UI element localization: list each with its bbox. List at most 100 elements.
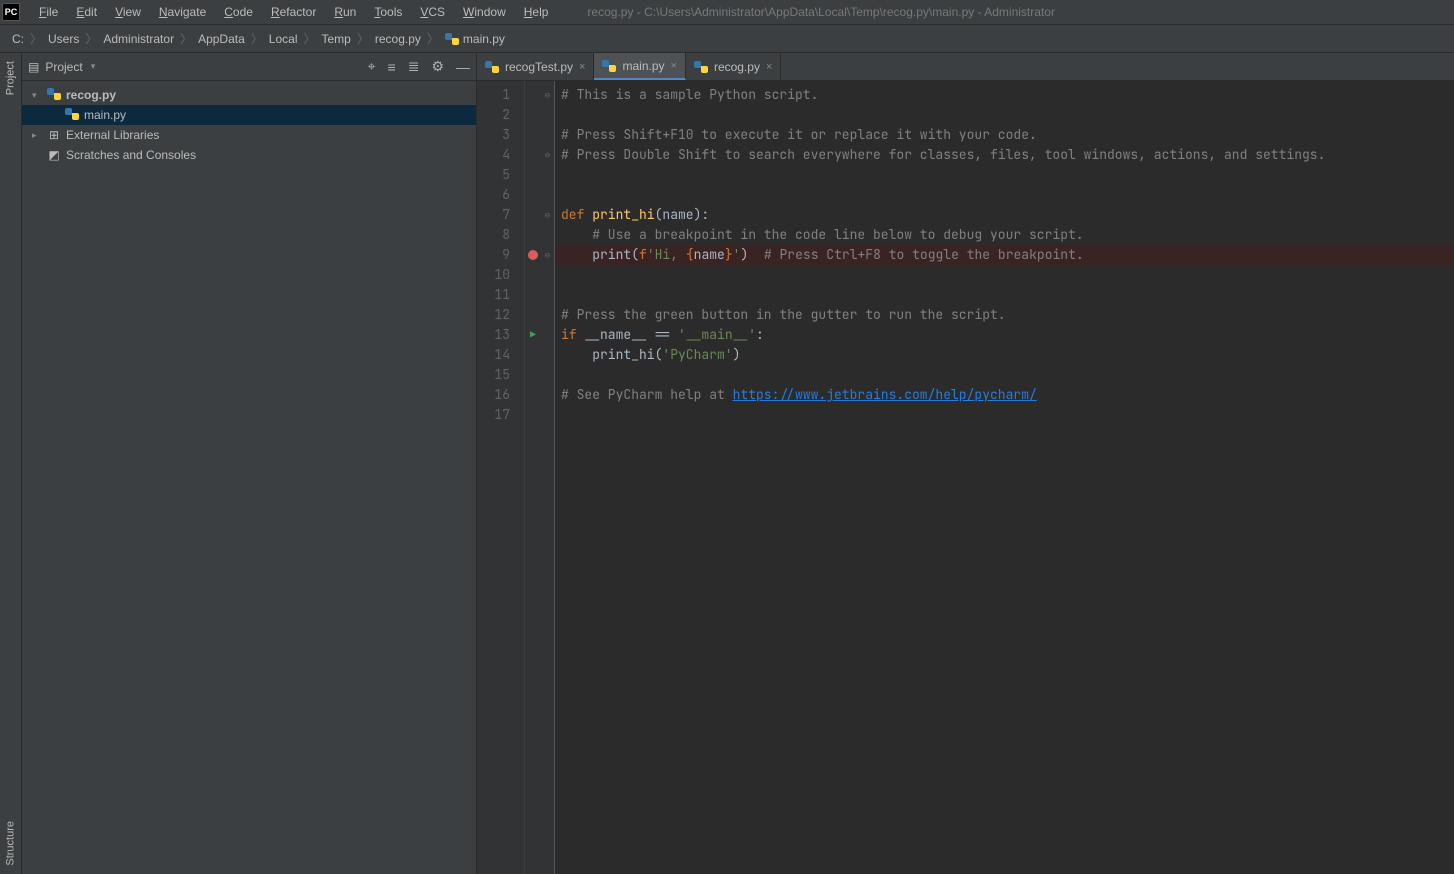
project-panel-title[interactable]: ▤ Project ▾ <box>28 60 95 74</box>
code-line[interactable]: # Press the green button in the gutter t… <box>561 305 1454 325</box>
tab-label: recog.py <box>714 60 760 74</box>
library-icon: ⊞ <box>46 128 62 142</box>
python-file-icon <box>485 60 499 74</box>
collapse-all-icon[interactable]: ≣ <box>408 58 420 75</box>
menu-file[interactable]: File <box>30 2 67 22</box>
breadcrumb-item[interactable]: C: <box>8 32 28 46</box>
breadcrumb-item[interactable]: Temp <box>318 32 355 46</box>
window-title: recog.py - C:\Users\Administrator\AppDat… <box>587 5 1055 19</box>
code-line[interactable]: if __name__ == '__main__': <box>561 325 1454 345</box>
sidetab-structure[interactable]: Structure <box>0 813 21 874</box>
fold-icon[interactable]: ⊖ <box>541 85 554 105</box>
project-panel: ▤ Project ▾ ⌖ ≡ ≣ ⚙ — ▾ recog.py main.py ▸⊞… <box>22 53 477 874</box>
expand-all-icon[interactable]: ≡ <box>388 59 396 75</box>
workarea: Project Structure ▤ Project ▾ ⌖ ≡ ≣ ⚙ — … <box>0 53 1454 874</box>
editor-tab[interactable]: recog.py × <box>686 53 781 80</box>
tree-item-label: External Libraries <box>62 128 159 142</box>
breadcrumb-item[interactable]: recog.py <box>371 32 425 46</box>
code-editor[interactable]: # This is a sample Python script. # Press… <box>555 81 1454 874</box>
code-line[interactable]: # See PyCharm help at https://www.jetbra… <box>561 385 1454 405</box>
tab-label: main.py <box>622 59 664 73</box>
chevron-down-icon: ▾ <box>91 61 96 72</box>
fold-icon[interactable]: ⊖ <box>541 245 554 265</box>
tree-item[interactable]: ◩Scratches and Consoles <box>22 145 476 165</box>
menu-vcs[interactable]: VCS <box>411 2 454 22</box>
menu-edit[interactable]: Edit <box>67 2 106 22</box>
code-line[interactable]: print(f'Hi, {name}') # Press Ctrl+F8 to … <box>555 245 1454 265</box>
tree-item-label: recog.py <box>62 88 116 102</box>
code-line[interactable] <box>561 405 1454 425</box>
left-toolwindow-stripe: Project Structure <box>0 53 22 874</box>
menu-tools[interactable]: Tools <box>365 2 411 22</box>
menu-refactor[interactable]: Refactor <box>262 2 325 22</box>
tree-item-label: main.py <box>80 108 126 122</box>
breadcrumb-item[interactable]: AppData <box>194 32 249 46</box>
close-icon[interactable]: × <box>579 61 585 73</box>
code-line[interactable] <box>561 105 1454 125</box>
app-icon: PC <box>2 3 20 21</box>
project-panel-header: ▤ Project ▾ ⌖ ≡ ≣ ⚙ — <box>22 53 476 81</box>
chevron-right-icon: 〉 <box>178 30 194 47</box>
hide-icon[interactable]: — <box>456 59 470 75</box>
code-line[interactable]: # Use a breakpoint in the code line belo… <box>561 225 1454 245</box>
editor-tab[interactable]: recogTest.py × <box>477 53 594 80</box>
menu-view[interactable]: View <box>106 2 150 22</box>
project-icon: ▤ <box>28 60 39 74</box>
sidetab-project[interactable]: Project <box>0 53 21 103</box>
close-icon[interactable]: × <box>671 60 677 72</box>
code-line[interactable] <box>561 285 1454 305</box>
breadcrumb-item[interactable]: Users <box>44 32 83 46</box>
editor-body: 1234567891011121314151617 ▶ ⊖ ⊖ ⊖ ⊖ # This … <box>477 81 1454 874</box>
breakpoint-icon[interactable] <box>528 250 538 260</box>
code-line[interactable] <box>561 185 1454 205</box>
code-line[interactable]: # This is a sample Python script. <box>561 85 1454 105</box>
breadcrumb-item[interactable]: main.py <box>441 32 509 46</box>
editor-tab[interactable]: main.py × <box>594 53 685 80</box>
tab-label: recogTest.py <box>505 60 573 74</box>
fold-icon[interactable]: ⊖ <box>541 145 554 165</box>
run-icon[interactable]: ▶ <box>530 325 536 345</box>
tree-item-label: Scratches and Consoles <box>62 148 196 162</box>
menu-code[interactable]: Code <box>215 2 262 22</box>
menu-help[interactable]: Help <box>515 2 558 22</box>
project-tree: ▾recog.pymain.py▸⊞External Libraries◩Scr… <box>22 81 476 169</box>
editor-tabs: recogTest.py × main.py × recog.py × <box>477 53 1454 81</box>
close-icon[interactable]: × <box>766 61 772 73</box>
gear-icon[interactable]: ⚙ <box>431 58 444 75</box>
code-line[interactable]: # Press Shift+F10 to execute it or repla… <box>561 125 1454 145</box>
chevron-right-icon: 〉 <box>28 30 44 47</box>
code-line[interactable]: # Press Double Shift to search everywher… <box>561 145 1454 165</box>
python-file-icon <box>46 87 62 104</box>
breadcrumb-item[interactable]: Administrator <box>99 32 178 46</box>
tree-item[interactable]: ▾ recog.py <box>22 85 476 105</box>
breadcrumb-item[interactable]: Local <box>265 32 302 46</box>
code-line[interactable] <box>561 165 1454 185</box>
fold-gutter[interactable]: ⊖ ⊖ ⊖ ⊖ <box>541 81 555 874</box>
tree-toggle-icon[interactable]: ▾ <box>32 90 46 101</box>
fold-icon[interactable]: ⊖ <box>541 205 554 225</box>
code-line[interactable] <box>561 265 1454 285</box>
breakpoint-gutter[interactable]: ▶ <box>525 81 541 874</box>
chevron-right-icon: 〉 <box>83 30 99 47</box>
chevron-right-icon: 〉 <box>249 30 265 47</box>
line-number-gutter[interactable]: 1234567891011121314151617 <box>477 81 525 874</box>
tree-item[interactable]: ▸⊞External Libraries <box>22 125 476 145</box>
chevron-right-icon: 〉 <box>355 30 371 47</box>
python-file-icon <box>602 59 616 73</box>
menubar: PC FileEditViewNavigateCodeRefactorRunTo… <box>0 0 1454 25</box>
locate-icon[interactable]: ⌖ <box>368 58 376 75</box>
tree-item[interactable]: main.py <box>22 105 476 125</box>
menu-window[interactable]: Window <box>454 2 515 22</box>
code-line[interactable]: print_hi('PyCharm') <box>561 345 1454 365</box>
code-line[interactable]: def print_hi(name): <box>561 205 1454 225</box>
code-line[interactable] <box>561 365 1454 385</box>
python-file-icon <box>64 107 80 124</box>
menu-run[interactable]: Run <box>325 2 365 22</box>
chevron-right-icon: 〉 <box>425 30 441 47</box>
menu-navigate[interactable]: Navigate <box>150 2 215 22</box>
scratch-icon: ◩ <box>46 148 62 162</box>
python-file-icon <box>694 60 708 74</box>
breadcrumb-bar: C:〉Users〉Administrator〉AppData〉Local〉Tem… <box>0 25 1454 53</box>
chevron-right-icon: 〉 <box>301 30 317 47</box>
tree-toggle-icon[interactable]: ▸ <box>32 130 46 141</box>
